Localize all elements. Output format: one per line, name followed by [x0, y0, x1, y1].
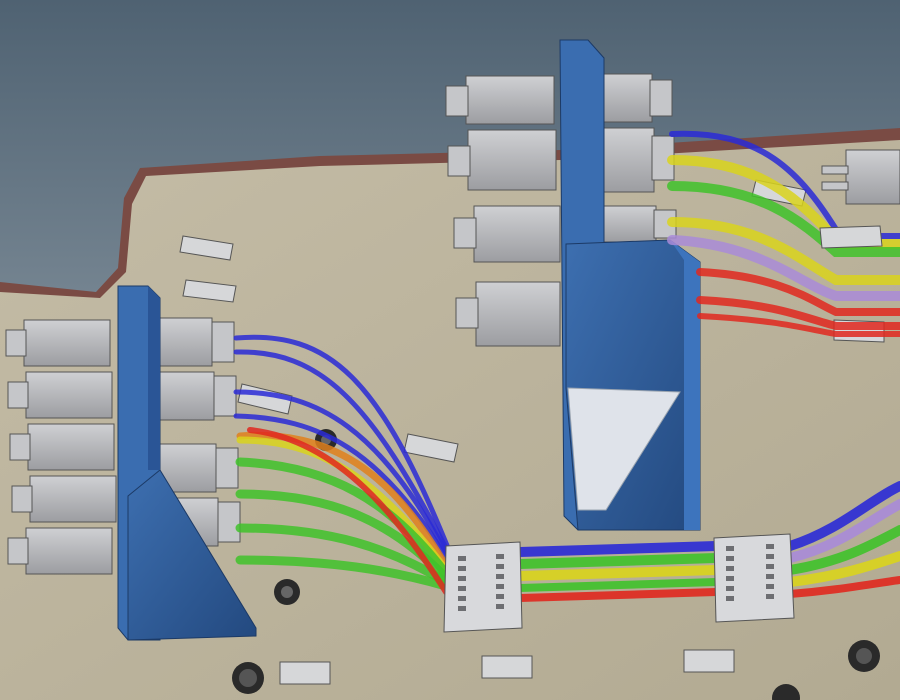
cad-scene [0, 0, 900, 700]
